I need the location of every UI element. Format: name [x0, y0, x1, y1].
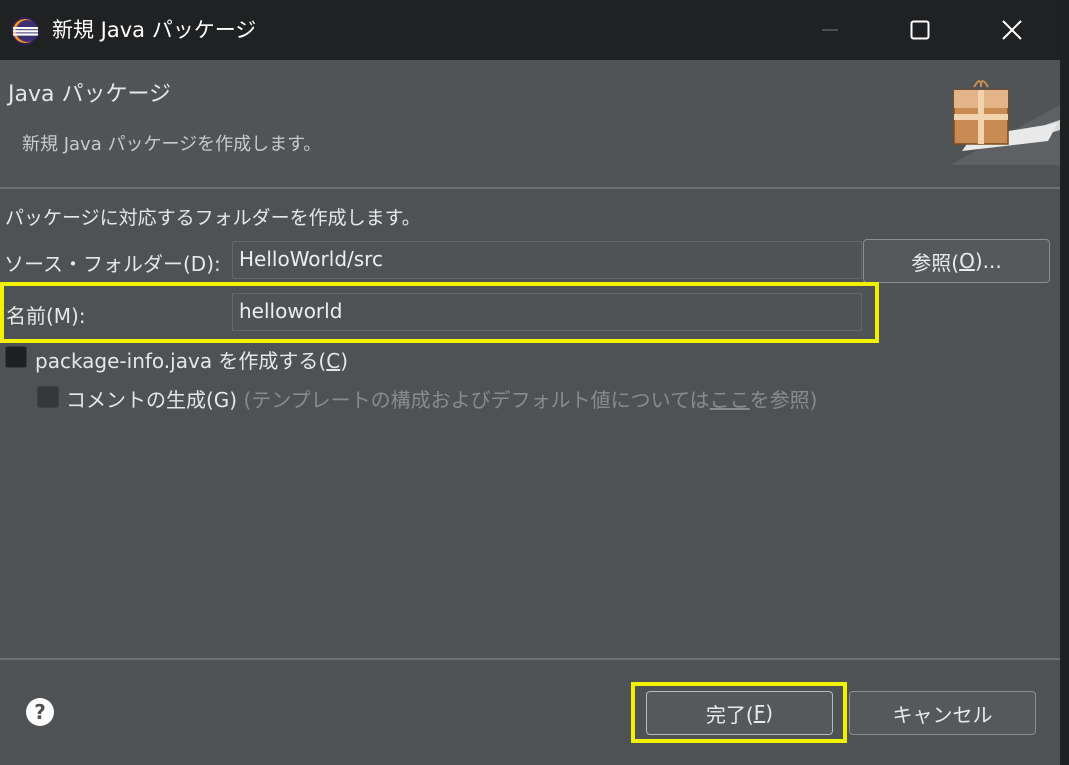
finish-button-label-prefix: 完了(	[705, 702, 754, 727]
package-info-mnemonic: C	[326, 349, 341, 373]
comments-hint: (テンプレートの構成およびデフォルト値についてはここを参照)	[243, 388, 817, 412]
dialog-description: パッケージに対応するフォルダーを作成します。	[5, 207, 421, 229]
package-name-label: 名前(M):	[6, 304, 86, 328]
source-folder-label: ソース・フォルダー(D):	[4, 252, 221, 276]
close-button[interactable]	[992, 12, 1032, 48]
maximize-icon	[910, 20, 930, 40]
window-title: 新規 Java パッケージ	[52, 18, 257, 42]
svg-text:?: ?	[34, 700, 46, 724]
source-folder-field[interactable]: HelloWorld/src	[232, 241, 862, 279]
title-bar[interactable]: 新規 Java パッケージ	[0, 0, 1060, 60]
comments-hint-prefix: (テンプレートの構成およびデフォルト値については	[243, 388, 710, 412]
minimize-button[interactable]	[810, 12, 850, 48]
finish-button-mnemonic: F	[753, 701, 766, 725]
finish-button[interactable]: 完了(F)	[646, 691, 833, 735]
browse-button-label-prefix: 参照(	[911, 250, 960, 275]
wizard-title: Java パッケージ	[8, 82, 172, 107]
footer-separator	[0, 658, 1060, 660]
window-edge	[1060, 0, 1069, 765]
minimize-icon	[822, 29, 838, 31]
new-java-package-dialog: 新規 Java パッケージ Java パッケージ 新規 Java パッケージを作…	[0, 0, 1060, 765]
package-wizard-icon	[950, 80, 1060, 165]
templates-link[interactable]: ここ	[710, 388, 750, 412]
help-icon[interactable]: ?	[25, 697, 55, 727]
header-separator	[0, 187, 1060, 189]
cancel-button[interactable]: キャンセル	[849, 691, 1036, 735]
generate-comments-checkbox[interactable]	[37, 386, 59, 408]
comments-hint-suffix: を参照)	[749, 388, 818, 412]
browse-button-label-suffix: )...	[974, 249, 1002, 273]
package-info-checkbox[interactable]	[5, 346, 27, 368]
finish-button-label-suffix: )	[765, 701, 774, 725]
maximize-button[interactable]	[900, 12, 940, 48]
package-name-field[interactable]: helloworld	[232, 293, 862, 331]
generate-comments-row: コメントの生成(G) (テンプレートの構成およびデフォルト値についてはここを参照…	[66, 384, 817, 413]
browse-button[interactable]: 参照(O)...	[863, 239, 1050, 283]
close-icon	[1002, 20, 1022, 40]
browse-button-mnemonic: O	[959, 249, 975, 273]
generate-comments-label: コメントの生成(G)	[66, 388, 238, 412]
package-info-label-prefix: package-info.java を作成する(	[35, 349, 327, 373]
wizard-description: 新規 Java パッケージを作成します。	[22, 134, 322, 155]
package-info-label[interactable]: package-info.java を作成する(C)	[35, 345, 348, 374]
eclipse-icon	[11, 17, 39, 45]
wizard-header: Java パッケージ 新規 Java パッケージを作成します。	[0, 60, 1060, 186]
package-info-label-suffix: )	[340, 349, 349, 373]
